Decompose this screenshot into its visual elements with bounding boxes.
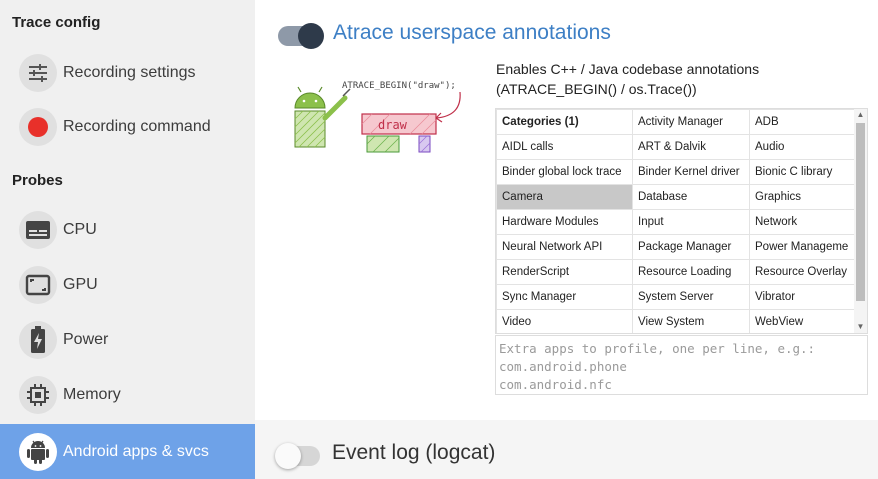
- probes-title: Probes: [12, 172, 63, 189]
- category-option[interactable]: Resource Overlay: [749, 259, 856, 285]
- category-row: Sync Manager System Server Vibrator: [496, 284, 856, 310]
- logcat-toggle[interactable]: [275, 443, 322, 469]
- category-row: AIDL calls ART & Dalvik Audio: [496, 134, 856, 160]
- illustration-caption: ATRACE_BEGIN("draw");: [342, 81, 456, 91]
- category-option[interactable]: Camera: [496, 184, 633, 210]
- category-option[interactable]: Network: [749, 209, 856, 235]
- tune-icon: [19, 54, 57, 92]
- category-option[interactable]: Binder global lock trace: [496, 159, 633, 185]
- category-option[interactable]: System Server: [632, 284, 750, 310]
- extra-apps-textarea[interactable]: Extra apps to profile, one per line, e.g…: [495, 335, 868, 395]
- category-option[interactable]: ART & Dalvik: [632, 134, 750, 160]
- sidebar-item-label: GPU: [63, 276, 98, 293]
- category-option[interactable]: Sync Manager: [496, 284, 633, 310]
- category-row: Hardware Modules Input Network: [496, 209, 856, 235]
- category-option[interactable]: Power Manageme: [749, 234, 856, 260]
- atrace-toggle[interactable]: [278, 23, 324, 49]
- atrace-title: Atrace userspace annotations: [333, 21, 611, 44]
- logcat-title: Event log (logcat): [332, 441, 496, 464]
- category-option[interactable]: Graphics: [749, 184, 856, 210]
- category-option[interactable]: Hardware Modules: [496, 209, 633, 235]
- category-row: Binder global lock trace Binder Kernel dr…: [496, 159, 856, 185]
- gpu-icon: [19, 266, 57, 304]
- cpu-icon: [19, 211, 57, 249]
- category-option[interactable]: View System: [632, 309, 750, 333]
- category-option[interactable]: RenderScript: [496, 259, 633, 285]
- sidebar: Trace config Recording settings Recordin…: [0, 0, 255, 479]
- trace-config-title: Trace config: [12, 14, 101, 31]
- category-option[interactable]: Audio: [749, 134, 856, 160]
- category-option[interactable]: Database: [632, 184, 750, 210]
- sidebar-item-label: Recording settings: [63, 64, 196, 81]
- category-row: RenderScript Resource Loading Resource Ove…: [496, 259, 856, 285]
- category-row: Neural Network API Package Manager Power M…: [496, 234, 856, 260]
- categories-select[interactable]: Categories (1) Activity Manager ADB AIDL ca…: [495, 108, 868, 334]
- atrace-description: Enables C++ / Java codebase annotations …: [496, 59, 796, 99]
- category-option[interactable]: Activity Manager: [632, 109, 750, 135]
- scroll-up-icon[interactable]: ▲: [854, 109, 867, 121]
- scroll-down-icon[interactable]: ▼: [854, 321, 867, 333]
- sidebar-item-recording-settings[interactable]: Recording settings: [0, 47, 255, 99]
- category-option[interactable]: WebView: [749, 309, 856, 333]
- sidebar-item-recording-command[interactable]: Recording command: [0, 101, 255, 153]
- category-row: Camera Database Graphics: [496, 184, 856, 210]
- record-icon: [19, 108, 57, 146]
- sidebar-item-label: Memory: [63, 386, 121, 403]
- category-option[interactable]: Neural Network API: [496, 234, 633, 260]
- sidebar-item-label: CPU: [63, 221, 97, 238]
- categories-scrollbar[interactable]: ▲ ▼: [854, 109, 867, 333]
- category-option[interactable]: Binder Kernel driver: [632, 159, 750, 185]
- atrace-description-line2: (ATRACE_BEGIN() / os.Trace()): [496, 81, 697, 97]
- sidebar-item-label: Recording command: [63, 118, 211, 135]
- sidebar-item-label: Power: [63, 331, 109, 348]
- category-row: Video View System WebView: [496, 309, 856, 333]
- sidebar-item-gpu[interactable]: GPU: [0, 259, 255, 311]
- category-option[interactable]: Video: [496, 309, 633, 333]
- sidebar-item-cpu[interactable]: CPU: [0, 204, 255, 256]
- categories-header: Categories (1): [496, 109, 633, 135]
- battery-icon: [19, 321, 57, 359]
- memory-chip-icon: [19, 376, 57, 414]
- logcat-section: Event log (logcat): [255, 420, 878, 479]
- scrollbar-thumb[interactable]: [856, 123, 865, 301]
- category-row: Categories (1) Activity Manager ADB: [496, 109, 856, 135]
- sidebar-item-label: Android apps & svcs: [63, 442, 209, 460]
- category-option[interactable]: Bionic C library: [749, 159, 856, 185]
- atrace-description-line1: Enables C++ / Java codebase annotations: [496, 61, 760, 77]
- sidebar-item-memory[interactable]: Memory: [0, 369, 255, 421]
- category-option[interactable]: Package Manager: [632, 234, 750, 260]
- sidebar-item-android-apps[interactable]: Android apps & svcs: [0, 424, 255, 479]
- illustration-draw-label: draw: [378, 118, 408, 132]
- main-panel: Atrace userspace annotations ATRACE_BEGI…: [255, 0, 878, 479]
- sidebar-item-power[interactable]: Power: [0, 314, 255, 366]
- category-option[interactable]: Vibrator: [749, 284, 856, 310]
- category-option[interactable]: ADB: [749, 109, 856, 135]
- category-option[interactable]: Resource Loading: [632, 259, 750, 285]
- atrace-illustration: ATRACE_BEGIN("draw"); draw: [294, 81, 461, 153]
- categories-table: Categories (1) Activity Manager ADB AIDL ca…: [496, 109, 856, 333]
- category-option[interactable]: AIDL calls: [496, 134, 633, 160]
- android-icon: [19, 432, 57, 471]
- category-option[interactable]: Input: [632, 209, 750, 235]
